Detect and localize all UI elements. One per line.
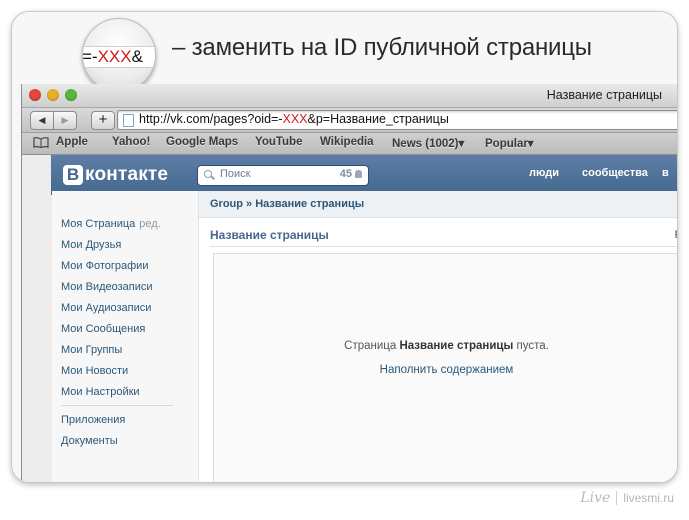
instruction-text: – заменить на ID публичной страницы	[172, 34, 592, 61]
vk-header: В контакте Поиск 45 люди сообщества в	[51, 155, 677, 195]
menu-my-page[interactable]: Моя Страница ред.	[61, 218, 161, 230]
empty-page-name: Название страницы	[399, 340, 514, 352]
search-placeholder: Поиск	[220, 168, 251, 180]
title-divider	[210, 246, 677, 247]
page-title: Название страницы	[210, 228, 329, 242]
open-book-icon[interactable]	[33, 137, 49, 148]
magnifier-prefix: =-	[82, 47, 98, 66]
close-button[interactable]	[29, 89, 41, 101]
browser-window: Название страницы ◀ ▶ + http://vk.com/pa…	[21, 84, 677, 482]
bookmark-youtube[interactable]: YouTube	[255, 136, 302, 148]
back-button[interactable]: ◀	[30, 111, 54, 130]
vk-logo-letter: В	[63, 165, 83, 185]
magnifier-callout: =-XXX&	[82, 18, 156, 92]
empty-prefix: Страница	[344, 340, 400, 352]
vk-logo[interactable]: В контакте	[63, 164, 168, 186]
nav-people[interactable]: люди	[529, 167, 559, 179]
title-bar: Название страницы	[22, 84, 677, 108]
url-placeholder-id: XXX	[282, 112, 308, 126]
forward-button[interactable]: ▶	[54, 111, 77, 130]
edit-page-link[interactable]: Р	[675, 229, 677, 241]
zoom-button[interactable]	[65, 89, 77, 101]
magnifier-placeholder-id: XXX	[97, 47, 132, 66]
watermark: Live livesmi.ru	[580, 490, 674, 506]
breadcrumb[interactable]: Group » Название страницы	[199, 191, 677, 218]
url-after: &p=Название_страницы	[307, 112, 449, 126]
magnifier-suffix: &	[131, 47, 143, 66]
minimize-button[interactable]	[47, 89, 59, 101]
menu-divider	[61, 405, 173, 406]
live-logo: Live	[580, 490, 611, 506]
menu-messages[interactable]: Мои Сообщения	[61, 323, 145, 335]
search-input[interactable]: Поиск 45	[197, 165, 369, 186]
vk-page-body: Моя Страница ред. Мои Друзья Мои Фотограф…	[52, 191, 677, 482]
bookmark-google-maps[interactable]: Google Maps	[166, 136, 238, 148]
empty-suffix: пуста.	[513, 340, 549, 352]
online-friends-count[interactable]: 45	[340, 168, 362, 180]
nav-more[interactable]: в	[662, 167, 669, 179]
person-icon	[355, 170, 362, 178]
bookmark-news[interactable]: News (1002)▾	[392, 136, 464, 150]
menu-friends[interactable]: Мои Друзья	[61, 239, 121, 251]
left-menu: Моя Страница ред. Мои Друзья Мои Фотограф…	[52, 191, 198, 482]
magnifier-url-fragment: =-XXX&	[83, 46, 155, 68]
menu-videos[interactable]: Мои Видеозаписи	[61, 281, 153, 293]
menu-my-page-label: Моя Страница	[61, 218, 136, 230]
search-icon	[204, 170, 212, 178]
window-title: Название страницы	[546, 88, 662, 102]
bookmark-popular[interactable]: Popular▾	[485, 136, 534, 150]
menu-photos[interactable]: Мои Фотографии	[61, 260, 148, 272]
page-content-panel: Страница Название страницы пуста. Наполн…	[213, 253, 677, 482]
fill-content-link[interactable]: Наполнить содержанием	[214, 364, 677, 376]
url-before: http://vk.com/pages?oid=-	[139, 112, 283, 126]
online-count-value: 45	[339, 168, 352, 180]
screenshot-card: =-XXX& – заменить на ID публичной страни…	[11, 11, 678, 483]
bookmarks-bar: Apple Yahoo! Google Maps YouTube Wikiped…	[22, 133, 677, 155]
browser-toolbar: ◀ ▶ + http://vk.com/pages?oid=-XXX&p=Наз…	[22, 108, 677, 133]
page-icon	[123, 114, 134, 127]
menu-apps[interactable]: Приложения	[61, 414, 125, 426]
edit-link[interactable]: ред.	[139, 218, 160, 230]
nav-buttons: ◀ ▶	[30, 111, 77, 130]
bookmark-yahoo[interactable]: Yahoo!	[112, 136, 150, 148]
main-content: Group » Название страницы Название стран…	[198, 191, 677, 482]
menu-news[interactable]: Мои Новости	[61, 365, 128, 377]
footer-divider	[616, 491, 618, 505]
menu-groups[interactable]: Мои Группы	[61, 344, 122, 356]
site-name: livesmi.ru	[623, 491, 674, 505]
empty-page-message: Страница Название страницы пуста.	[214, 340, 677, 352]
address-bar[interactable]: http://vk.com/pages?oid=-XXX&p=Название_…	[117, 110, 677, 130]
vk-logo-word: контакте	[85, 164, 169, 185]
nav-communities[interactable]: сообщества	[582, 167, 648, 179]
menu-audio[interactable]: Мои Аудиозаписи	[61, 302, 151, 314]
url-text: http://vk.com/pages?oid=-XXX&p=Название_…	[139, 112, 449, 126]
menu-settings[interactable]: Мои Настройки	[61, 386, 140, 398]
bookmark-apple[interactable]: Apple	[56, 136, 88, 148]
add-bookmark-button[interactable]: +	[91, 111, 115, 130]
bookmark-wikipedia[interactable]: Wikipedia	[320, 136, 374, 148]
window-controls	[29, 89, 77, 101]
menu-documents[interactable]: Документы	[61, 435, 118, 447]
